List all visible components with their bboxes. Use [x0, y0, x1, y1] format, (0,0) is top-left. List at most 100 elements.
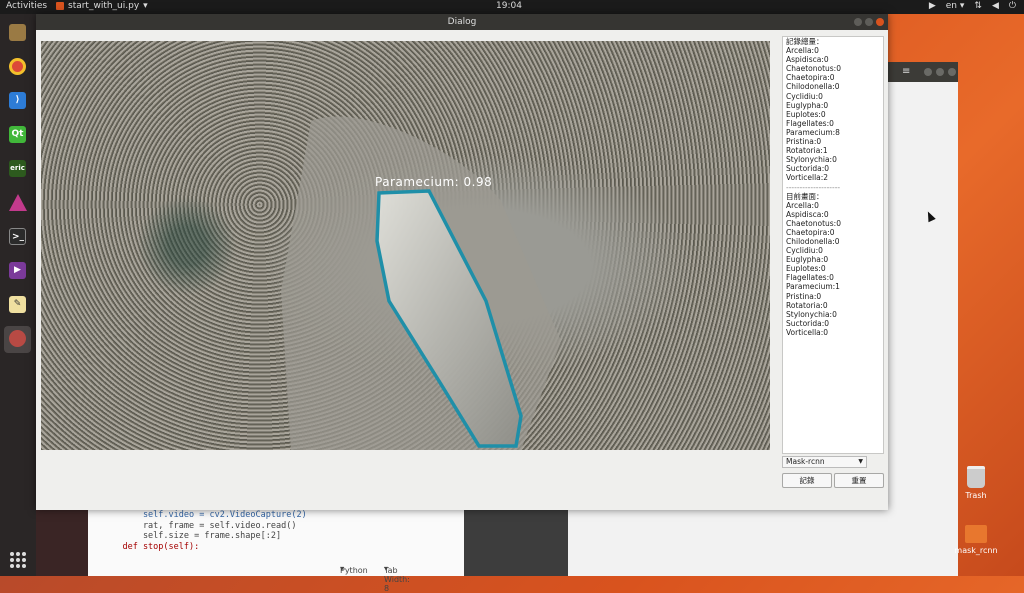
dock-vscode[interactable]: ⟩ [4, 88, 31, 115]
tab-width-selector[interactable]: Tab Width: 8 ▾ [384, 564, 410, 593]
trash-label: Trash [965, 491, 987, 500]
background-window [568, 510, 888, 576]
clock[interactable]: 19:04 [496, 1, 522, 11]
current-header: 目前畫面： [786, 191, 824, 201]
secondary-window[interactable]: ≡ [882, 62, 958, 576]
dock-files[interactable] [4, 20, 31, 47]
hamburger-menu-icon[interactable]: ≡ [902, 66, 910, 77]
list-item: Rotatoria:1 [786, 146, 828, 156]
power-icon[interactable]: ⏻ [1009, 1, 1016, 11]
secondary-window-titlebar[interactable]: ≡ [882, 62, 958, 82]
dialog-window[interactable]: Dialog Paramecium: 0.98 記錄總量： Arcella:0 … [36, 14, 888, 510]
separator: -------------------- [786, 182, 841, 192]
chrome-icon [9, 58, 26, 75]
chevron-down-icon: ▼ [858, 458, 863, 465]
dialog-title: Dialog [447, 17, 477, 27]
eric-icon: eric [9, 160, 26, 177]
dock-qt-creator[interactable]: Qt [4, 122, 31, 149]
desktop-trash[interactable]: Trash [949, 466, 1003, 500]
list-item: Rotatoria:0 [786, 300, 828, 310]
network-icon[interactable]: ⇅ [974, 1, 982, 11]
model-select-value: Mask-rcnn [786, 457, 825, 466]
app-menu-label: start_with_ui.py [68, 1, 140, 11]
app-menu[interactable]: start_with_ui.py ▾ [56, 1, 148, 11]
dock-chrome[interactable] [4, 54, 31, 81]
list-item: Cyclidiu:0 [786, 91, 823, 101]
list-item: Aspidisca:0 [786, 209, 829, 219]
list-item: Stylonychia:0 [786, 309, 837, 319]
app-icon [56, 2, 64, 10]
dock-terminal[interactable]: >_ [4, 224, 31, 251]
list-item: Euglypha:0 [786, 255, 829, 265]
tab-width-label: Tab Width: 8 [384, 566, 410, 593]
activities-button[interactable]: Activities [6, 1, 47, 11]
terminal-icon: >_ [9, 228, 26, 245]
dock-prism[interactable] [4, 190, 31, 217]
show-applications-icon[interactable] [10, 552, 26, 568]
language-label: en [945, 1, 958, 11]
code-line: self.size = frame.shape[:2] [102, 531, 282, 541]
language-label: Python [340, 566, 368, 575]
list-item: Flagellates:0 [786, 118, 834, 128]
list-item: Vorticella:2 [786, 173, 829, 183]
chevron-down-icon: ▾ [143, 1, 148, 11]
dock-dialog-app[interactable] [4, 326, 31, 353]
list-item: Chilodonella:0 [786, 82, 840, 92]
dock-video[interactable]: ▶ [4, 258, 31, 285]
folder-label: mask_rcnn [954, 546, 998, 555]
text-editor-icon: ✎ [9, 296, 26, 313]
video-icon: ▶ [9, 262, 26, 279]
list-item: Aspidisca:0 [786, 55, 829, 65]
code-line: self.video = cv2.VideoCapture(2) [102, 510, 307, 520]
list-item: Vorticella:0 [786, 327, 829, 337]
list-item: Paramecium:1 [786, 282, 840, 292]
record-button[interactable]: 記錄 [782, 473, 832, 488]
code-area[interactable]: self.video = cv2.VideoCapture(2) rat, fr… [102, 510, 307, 552]
list-item: Chilodonella:0 [786, 236, 840, 246]
maximize-button[interactable] [865, 18, 873, 26]
desktop-folder[interactable]: mask_rcnn [949, 525, 1003, 555]
list-item: Paramecium:8 [786, 127, 840, 137]
language-indicator[interactable]: en ▾ [946, 1, 965, 11]
reset-button[interactable]: 重置 [834, 473, 884, 488]
model-select[interactable]: Mask-rcnn ▼ [782, 456, 867, 468]
totals-header: 記錄總量： [786, 37, 824, 46]
top-bar: Activities start_with_ui.py ▾ 19:04 ▶ en… [0, 0, 1024, 14]
app-window-icon [9, 330, 26, 347]
list-item: Suctorida:0 [786, 318, 829, 328]
list-item: Suctorida:0 [786, 164, 829, 174]
list-item: Chaetopira:0 [786, 73, 835, 83]
editor-statusbar: Python ▾ Tab Width: 8 ▾ [88, 562, 464, 593]
files-icon [9, 24, 26, 41]
close-button[interactable] [948, 68, 956, 76]
background-window [464, 510, 568, 576]
minimize-button[interactable] [924, 68, 932, 76]
microscope-video-view: Paramecium: 0.98 [41, 41, 770, 450]
list-item: Chaetonotus:0 [786, 218, 841, 228]
list-item: Arcella:0 [786, 46, 819, 56]
background-window [36, 500, 88, 576]
list-item: Euglypha:0 [786, 100, 829, 110]
list-item: Pristina:0 [786, 137, 822, 147]
detection-label: Paramecium: 0.98 [375, 175, 493, 189]
list-item: Chaetonotus:0 [786, 64, 841, 74]
editor-window[interactable]: self.video = cv2.VideoCapture(2) rat, fr… [88, 500, 464, 593]
vscode-icon: ⟩ [9, 92, 26, 109]
list-item: Euplotes:0 [786, 109, 826, 119]
volume-icon[interactable]: ◀ [992, 1, 999, 11]
list-item: Cyclidiu:0 [786, 246, 823, 256]
dock-eric[interactable]: eric [4, 156, 31, 183]
language-selector[interactable]: Python ▾ [340, 564, 368, 575]
detection-overlay [281, 116, 561, 450]
dock: ⟩ Qt eric >_ ▶ ✎ [0, 14, 36, 576]
maximize-button[interactable] [936, 68, 944, 76]
dialog-titlebar[interactable]: Dialog [36, 14, 888, 30]
dock-text-editor[interactable]: ✎ [4, 292, 31, 319]
camera-icon[interactable]: ▶ [929, 1, 936, 11]
list-item: Stylonychia:0 [786, 155, 837, 165]
minimize-button[interactable] [854, 18, 862, 26]
system-tray[interactable]: ▶ en ▾ ⇅ ◀ ⏻ [929, 1, 1016, 11]
close-button[interactable] [876, 18, 884, 26]
list-item: Flagellates:0 [786, 273, 834, 283]
prism-icon [9, 194, 27, 211]
